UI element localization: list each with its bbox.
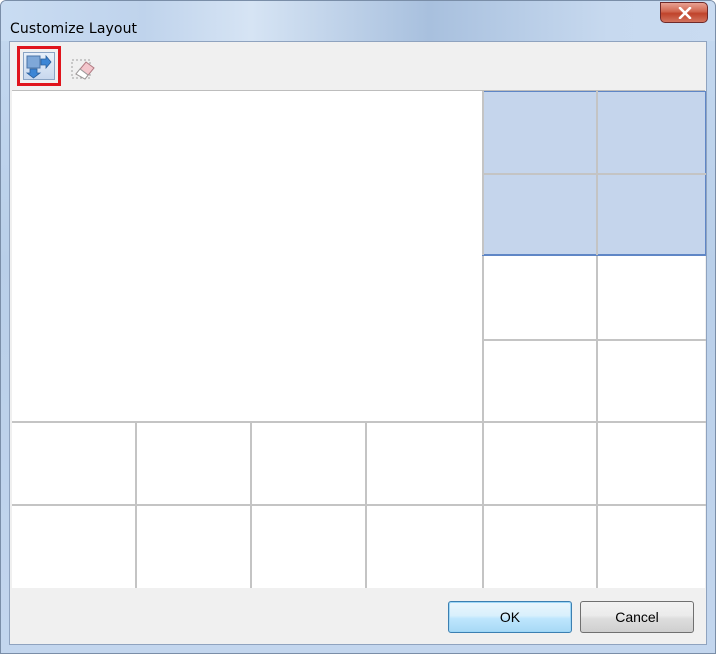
customize-layout-dialog: Customize Layout OK Cancel bbox=[0, 0, 716, 654]
eraser-icon bbox=[71, 59, 95, 80]
grid-line bbox=[482, 173, 706, 175]
grid-line bbox=[12, 504, 706, 506]
dialog-title: Customize Layout bbox=[10, 21, 138, 37]
grid-line bbox=[482, 339, 706, 341]
dialog-body: OK Cancel bbox=[9, 41, 707, 645]
layout-arrows-icon bbox=[25, 54, 52, 79]
ok-button[interactable]: OK bbox=[448, 601, 572, 633]
layout-grid[interactable] bbox=[12, 90, 706, 589]
button-bar: OK Cancel bbox=[10, 588, 706, 644]
cancel-button[interactable]: Cancel bbox=[580, 601, 694, 633]
clear-layout-tool[interactable] bbox=[70, 54, 98, 82]
selection-edge bbox=[482, 255, 706, 256]
grid-line bbox=[12, 421, 706, 423]
define-layout-tool[interactable] bbox=[17, 46, 61, 86]
title-bar[interactable]: Customize Layout bbox=[1, 1, 715, 41]
toolbar bbox=[10, 42, 706, 89]
close-button[interactable] bbox=[660, 2, 708, 23]
close-icon bbox=[678, 7, 692, 19]
